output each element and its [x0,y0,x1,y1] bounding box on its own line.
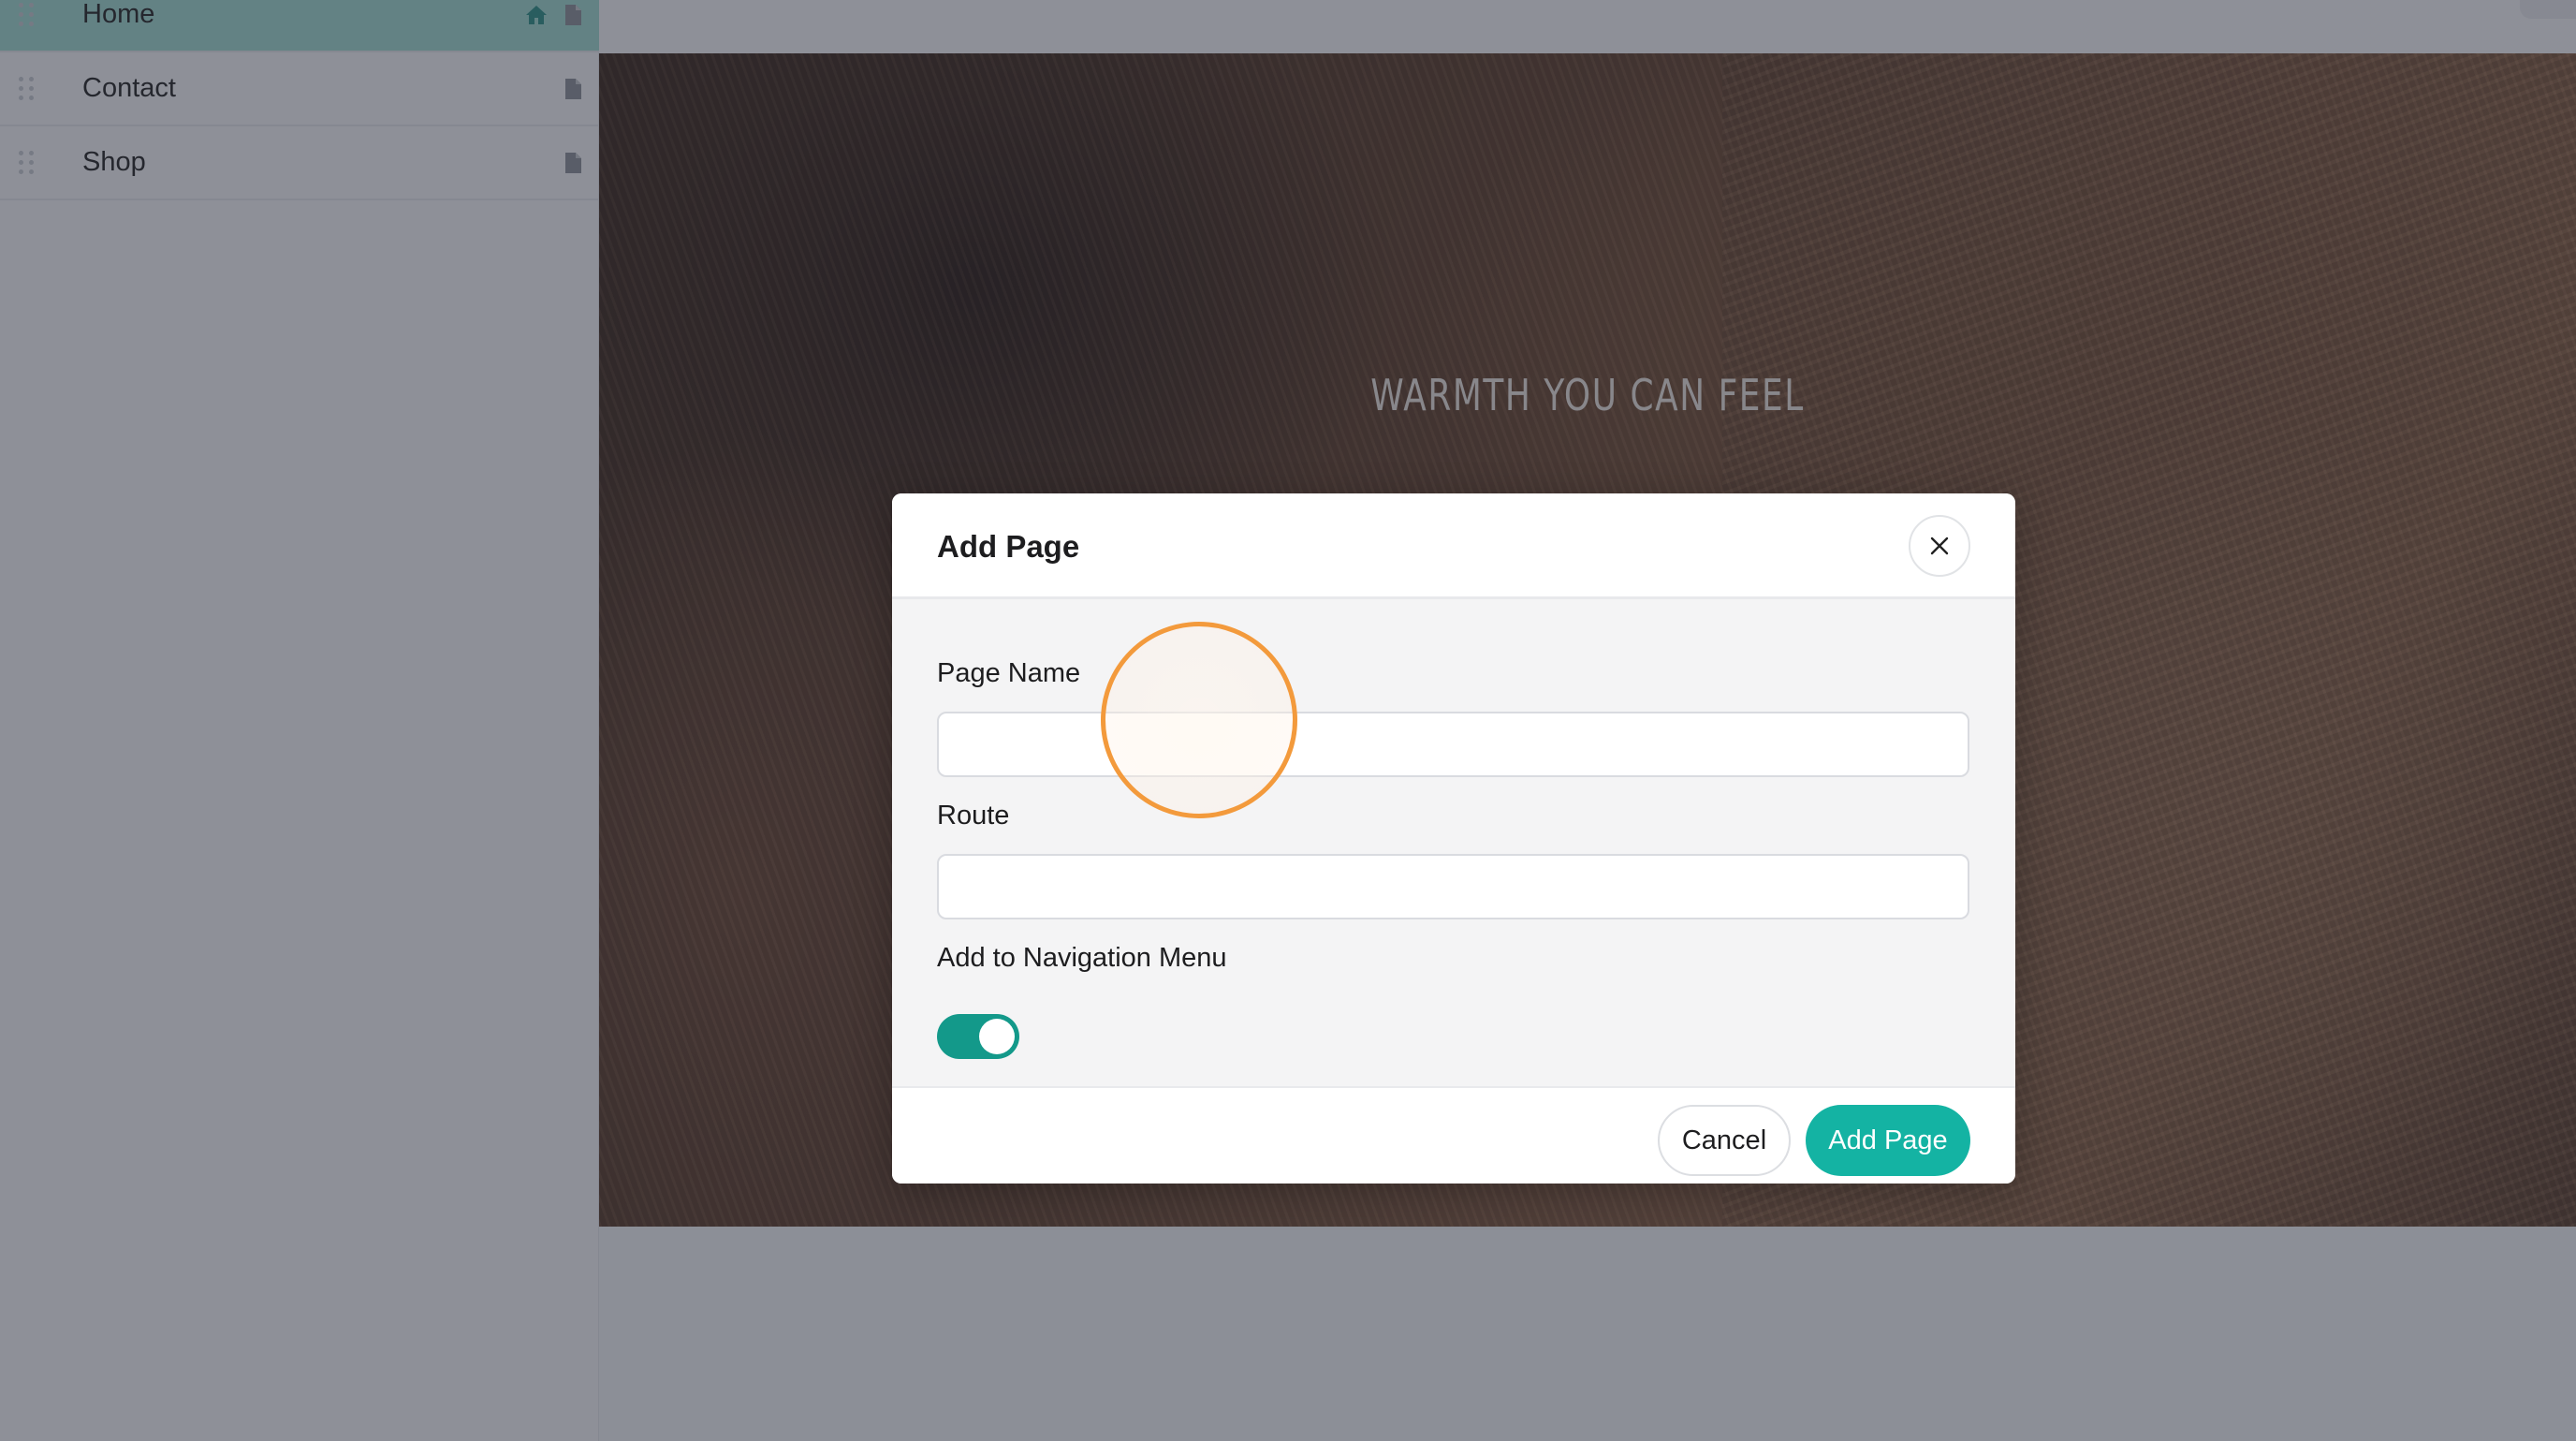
add-page-button[interactable]: Add Page [1806,1105,1970,1176]
close-icon [1930,537,1949,555]
modal-title: Add Page [937,529,1080,564]
page-name-label: Page Name [937,658,1081,688]
nav-menu-toggle[interactable] [937,1014,1019,1059]
close-button[interactable] [1909,515,1970,577]
nav-menu-label: Add to Navigation Menu [937,943,1227,973]
page-name-input[interactable] [937,712,1969,777]
route-label: Route [937,801,1010,831]
modal-body: Page Name Route Add to Navigation Menu [892,599,2015,1086]
cancel-button[interactable]: Cancel [1658,1105,1791,1176]
modal-footer: Cancel Add Page [892,1086,2015,1184]
toggle-knob [979,1019,1015,1054]
modal-header: Add Page [892,493,2015,599]
add-page-dialog: Add Page Page Name Route Add to Navigati… [892,493,2015,1184]
route-input[interactable] [937,854,1969,919]
